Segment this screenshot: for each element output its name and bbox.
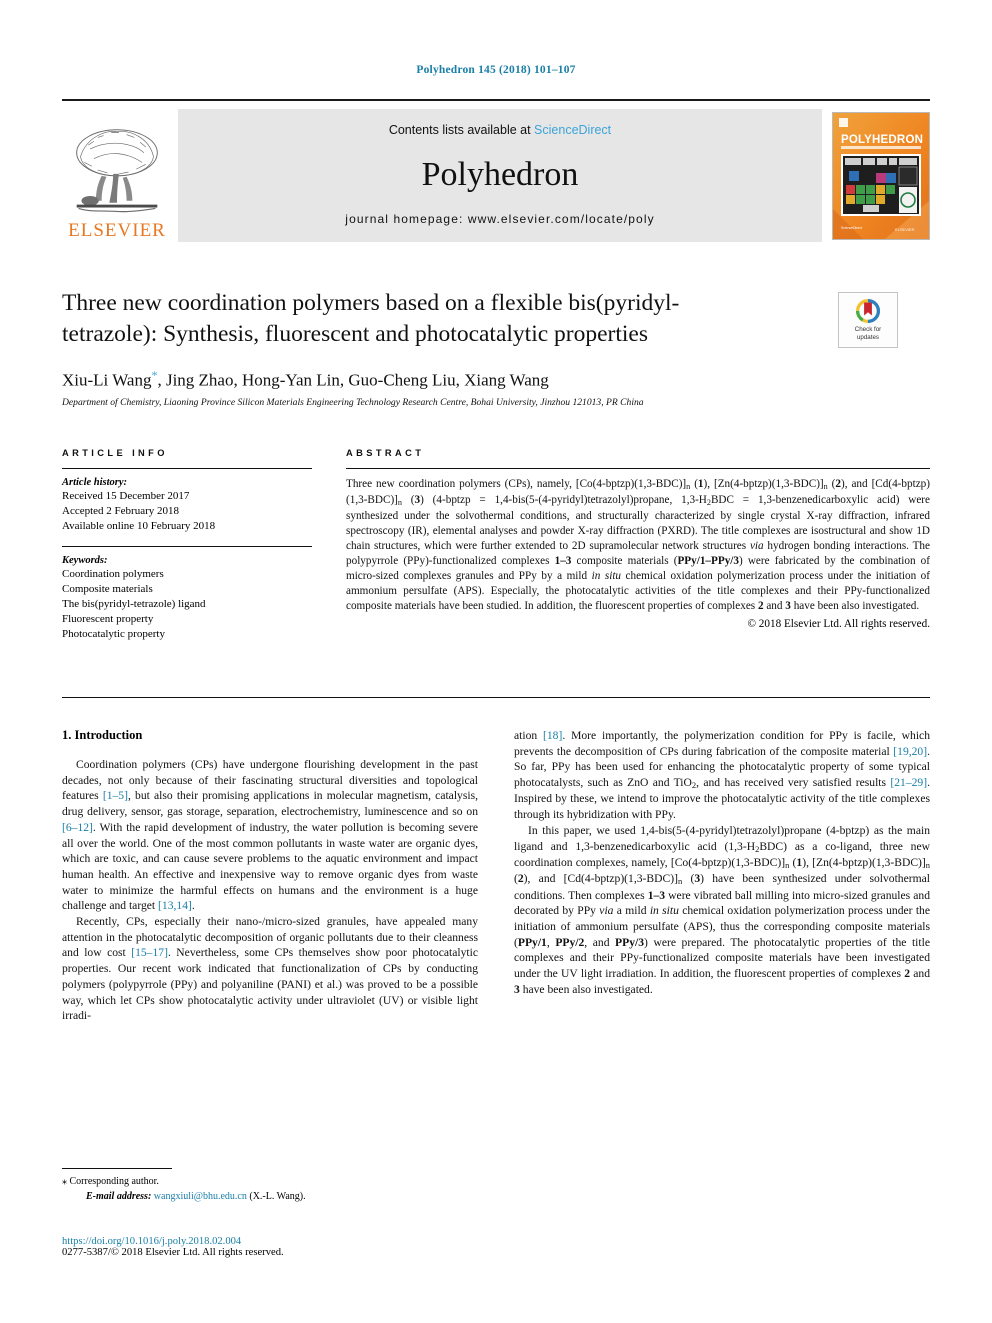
- svg-text:ELSEVIER: ELSEVIER: [895, 227, 915, 232]
- article-info-column: ARTICLE INFO Article history: Received 1…: [62, 448, 312, 642]
- divider: [62, 697, 930, 698]
- journal-masthead: ELSEVIER Contents lists available at Sci…: [62, 99, 930, 242]
- sciencedirect-link[interactable]: ScienceDirect: [534, 123, 611, 137]
- svg-text:POLYHEDRON: POLYHEDRON: [841, 134, 923, 146]
- divider: [346, 468, 930, 469]
- section-heading-introduction: 1. Introduction: [62, 728, 143, 742]
- journal-title: Polyhedron: [421, 155, 579, 193]
- paragraph: ation [18]. More importantly, the polyme…: [514, 729, 930, 822]
- email-note: E-mail address: wangxiuli@bhu.edu.cn (X.…: [62, 1190, 478, 1205]
- corresponding-text: Corresponding author.: [69, 1176, 159, 1187]
- article-info-heading-text: ARTICLE INFO: [62, 448, 168, 458]
- keywords-list: Coordination polymers Composite material…: [62, 567, 312, 642]
- keyword-item: Photocatalytic property: [62, 627, 165, 640]
- elsevier-wordmark: ELSEVIER: [68, 220, 166, 241]
- article-history-label: Article history:: [62, 477, 128, 488]
- elsevier-logo: ELSEVIER: [62, 109, 172, 242]
- paragraph: Coordination polymers (CPs) have undergo…: [62, 758, 478, 913]
- citation-ref[interactable]: [13,14]: [158, 899, 192, 912]
- abstract-column: ABSTRACT Three new coordination polymers…: [346, 448, 930, 642]
- paper-page: Polyhedron 145 (2018) 101–107 ELSEVIER C…: [0, 0, 992, 1323]
- right-column: ation [18]. More importantly, the polyme…: [514, 728, 930, 1024]
- corresponding-marker: ⁎: [62, 1176, 67, 1187]
- divider: [62, 468, 312, 469]
- keyword-item: The bis(pyridyl-tetrazole) ligand: [62, 597, 206, 610]
- left-column: 1. Introduction Coordination polymers (C…: [62, 728, 478, 1024]
- journal-band: Contents lists available at ScienceDirec…: [178, 109, 822, 242]
- abstract-copyright: © 2018 Elsevier Ltd. All rights reserved…: [747, 618, 931, 630]
- divider: [62, 545, 312, 547]
- affiliation: Department of Chemistry, Liaoning Provin…: [62, 396, 644, 408]
- email-suffix: (X.-L. Wang).: [249, 1190, 306, 1202]
- abstract-heading: ABSTRACT: [346, 448, 930, 458]
- body-columns: 1. Introduction Coordination polymers (C…: [62, 728, 930, 1024]
- corresponding-author-note: ⁎ Corresponding author.: [62, 1175, 478, 1190]
- doi-link[interactable]: https://doi.org/10.1016/j.poly.2018.02.0…: [62, 1236, 562, 1247]
- crossmark-label: Check for updates: [855, 326, 881, 342]
- citation-ref[interactable]: [18]: [543, 729, 562, 742]
- email-label: E-mail address:: [86, 1190, 152, 1202]
- citation-ref[interactable]: [21–29]: [890, 776, 927, 789]
- svg-text:ScienceDirect: ScienceDirect: [841, 226, 862, 230]
- abstract-heading-text: ABSTRACT: [346, 448, 425, 458]
- crossmark-line-1: Check for: [854, 326, 882, 334]
- page-title: Three new coordination polymers based on…: [62, 288, 822, 350]
- divider: [62, 1168, 172, 1169]
- title-line-1: Three new coordination polymers based on…: [62, 290, 680, 316]
- citation-ref[interactable]: [6–12]: [62, 821, 93, 834]
- corresponding-author-marker: *: [151, 368, 158, 383]
- crossmark-icon: [855, 299, 881, 324]
- contents-prefix: Contents lists available at: [388, 123, 535, 137]
- journal-cover-thumbnail: POLYHEDRON ScienceDirect ELSEVIER: [832, 111, 930, 240]
- keyword-item: Composite materials: [62, 582, 153, 595]
- crossmark-line-2: updates: [856, 334, 879, 341]
- info-abstract-section: ARTICLE INFO Article history: Received 1…: [62, 448, 930, 642]
- title-block: Three new coordination polymers based on…: [62, 288, 822, 408]
- cover-artwork: POLYHEDRON ScienceDirect ELSEVIER: [833, 112, 929, 239]
- author-list: Xiu-Li Wang*, Jing Zhao, Hong-Yan Lin, G…: [62, 368, 549, 390]
- history-item: Accepted 2 February 2018: [62, 504, 179, 517]
- citation-ref[interactable]: [19,20]: [893, 745, 927, 758]
- history-item: Available online 10 February 2018: [62, 519, 216, 532]
- email-link[interactable]: wangxiuli@bhu.edu.cn: [154, 1191, 247, 1202]
- crossmark-badge[interactable]: Check for updates: [838, 292, 898, 348]
- running-head: Polyhedron 145 (2018) 101–107: [416, 64, 576, 76]
- abstract-text: Three new coordination polymers (CPs), n…: [346, 478, 931, 612]
- elsevier-tree-icon: [76, 129, 158, 213]
- article-info-heading: ARTICLE INFO: [62, 448, 312, 458]
- contents-lists-line: Contents lists available at ScienceDirec…: [389, 123, 611, 137]
- citation-ref[interactable]: [15–17]: [131, 946, 168, 959]
- footnote-block: ⁎ Corresponding author. E-mail address: …: [62, 1168, 478, 1204]
- journal-homepage[interactable]: journal homepage: www.elsevier.com/locat…: [345, 212, 654, 226]
- paragraph: Recently, CPs, especially their nano-/mi…: [62, 915, 478, 1023]
- citation-ref[interactable]: [1–5]: [103, 789, 128, 802]
- imprint-block: https://doi.org/10.1016/j.poly.2018.02.0…: [62, 1236, 562, 1258]
- title-line-2: tetrazole): Synthesis, fluorescent and p…: [62, 321, 648, 348]
- keyword-item: Fluorescent property: [62, 612, 154, 625]
- issn-copyright: 0277-5387/© 2018 Elsevier Ltd. All right…: [62, 1247, 284, 1258]
- keywords-label: Keywords:: [62, 554, 108, 566]
- paragraph: In this paper, we used 1,4-bis(5-(4-pyri…: [514, 823, 931, 996]
- keyword-item: Coordination polymers: [62, 567, 164, 580]
- article-history-list: Received 15 December 2017 Accepted 2 Feb…: [62, 489, 312, 534]
- history-item: Received 15 December 2017: [62, 490, 190, 502]
